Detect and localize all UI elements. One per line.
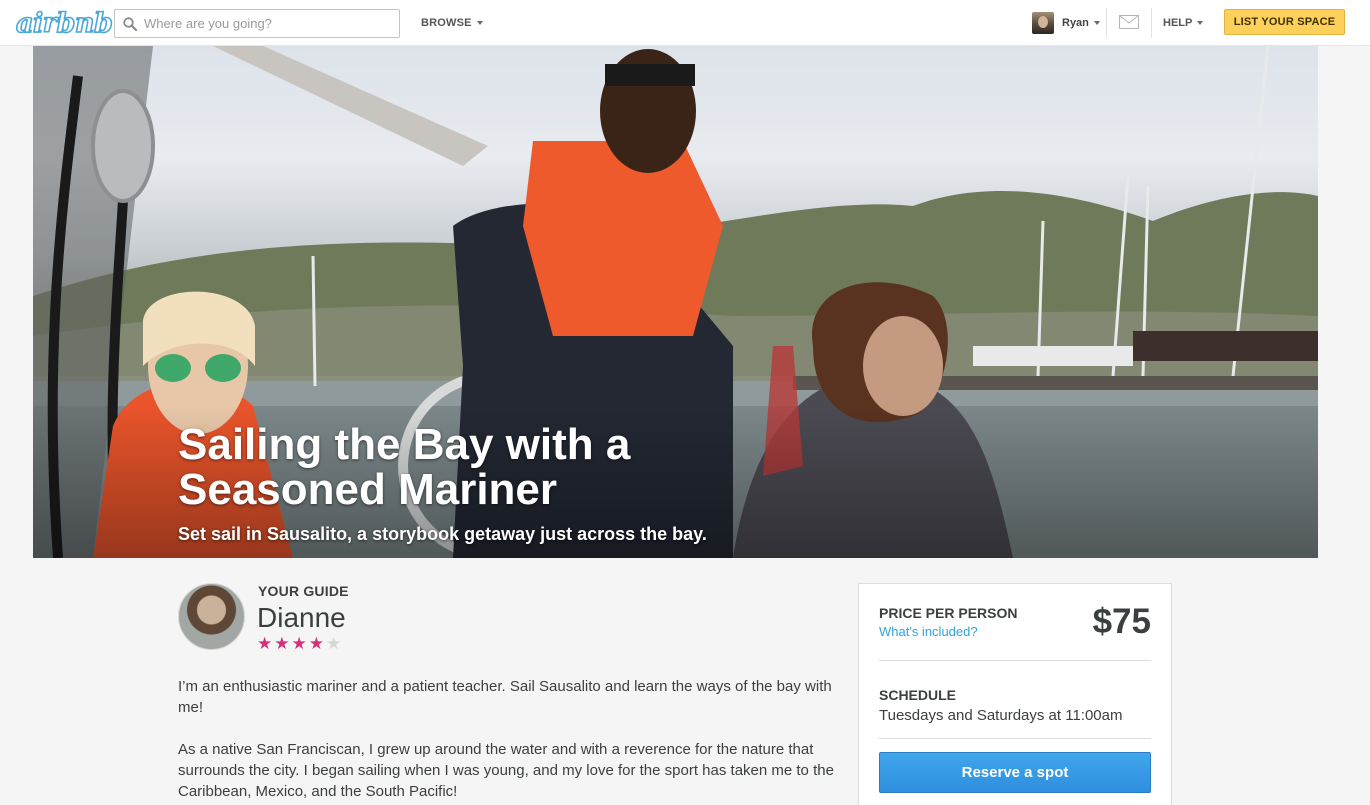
guide-avatar[interactable]: [178, 583, 245, 650]
star-icon: ★: [257, 634, 273, 653]
card-divider: [879, 660, 1151, 661]
list-your-space-label[interactable]: LIST YOUR SPACE: [1234, 16, 1336, 28]
price-value: $75: [1092, 602, 1151, 641]
reserve-button[interactable]: Reserve a spot: [879, 752, 1151, 793]
whats-included-link[interactable]: What's included?: [879, 624, 978, 639]
guide-section-label: YOUR GUIDE: [258, 583, 349, 599]
logo-text[interactable]: airbnb: [15, 7, 113, 40]
avatar[interactable]: [1032, 12, 1054, 34]
top-navigation-bar: airbnb BROWSE Ryan HELP LIST YOUR SPACE: [0, 0, 1370, 46]
star-icon: ★: [308, 634, 324, 653]
guide-rating: ★ ★ ★ ★ ★: [257, 635, 341, 652]
search-box[interactable]: [114, 9, 400, 38]
nav-divider: [1106, 8, 1107, 38]
chevron-down-icon: [1093, 21, 1100, 25]
card-divider: [879, 738, 1151, 739]
nav-divider: [1151, 8, 1152, 38]
booking-card: PRICE PER PERSON What's included? $75 SC…: [858, 583, 1172, 805]
schedule-value: Tuesdays and Saturdays at 11:00am: [879, 707, 1123, 724]
help-label[interactable]: HELP: [1163, 17, 1192, 29]
reserve-button-label[interactable]: Reserve a spot: [962, 764, 1069, 781]
experience-subtitle: Set sail in Sausalito, a storybook getaw…: [178, 524, 707, 544]
hero-image: Sailing the Bay with a Seasoned Mariner …: [33, 46, 1318, 558]
bio-paragraph: As a native San Franciscan, I grew up ar…: [178, 741, 834, 800]
star-icon: ★: [274, 634, 290, 653]
guide-name[interactable]: Dianne: [257, 602, 346, 634]
star-icon: ★: [291, 634, 307, 653]
user-menu[interactable]: Ryan: [1032, 0, 1100, 46]
airbnb-logo[interactable]: airbnb: [15, 6, 113, 40]
help-menu[interactable]: HELP: [1163, 0, 1204, 46]
bio-paragraph: I’m an enthusiastic mariner and a patien…: [178, 678, 832, 716]
chevron-down-icon: [476, 21, 483, 25]
star-empty-icon: ★: [326, 634, 342, 653]
browse-label[interactable]: BROWSE: [421, 17, 472, 29]
list-your-space-button[interactable]: LIST YOUR SPACE: [1224, 9, 1345, 35]
search-icon: [123, 16, 137, 31]
schedule-label: SCHEDULE: [879, 687, 957, 703]
search-input[interactable]: [144, 16, 384, 31]
chevron-down-icon: [1197, 21, 1204, 25]
price-per-person-label: PRICE PER PERSON: [879, 605, 1018, 621]
experience-title: Sailing the Bay with a Seasoned Mariner: [178, 420, 631, 514]
user-name[interactable]: Ryan: [1062, 17, 1089, 29]
browse-menu[interactable]: BROWSE: [421, 0, 483, 46]
guide-bio: I’m an enthusiastic mariner and a patien…: [178, 676, 838, 805]
mail-icon[interactable]: [1119, 15, 1139, 29]
